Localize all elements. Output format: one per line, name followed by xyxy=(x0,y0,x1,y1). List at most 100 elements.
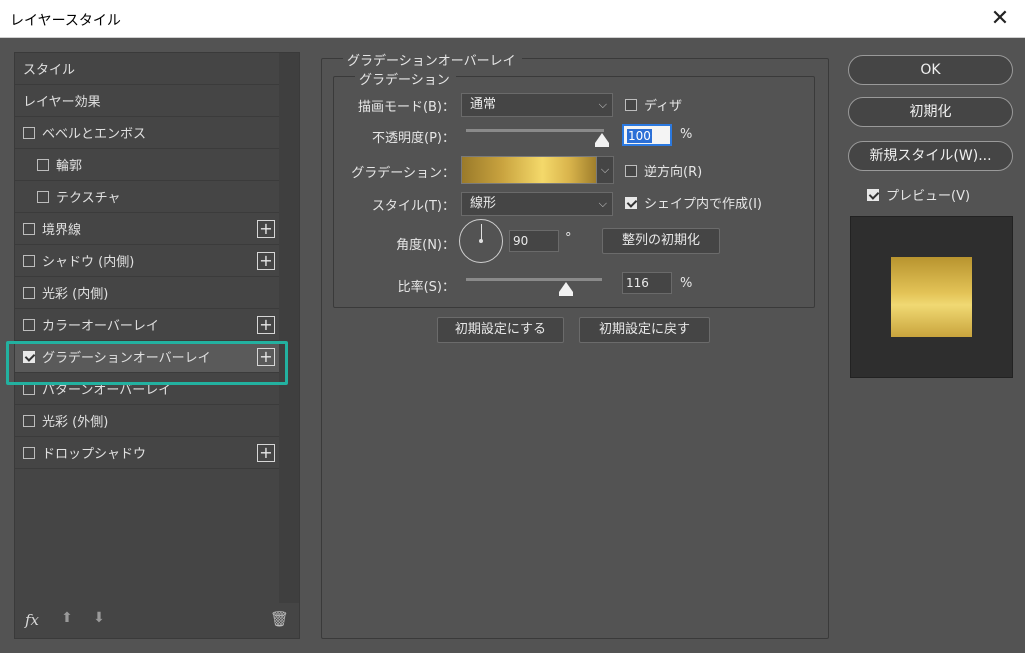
reset-button[interactable]: 初期化 xyxy=(848,97,1013,127)
inner-glow-checkbox[interactable] xyxy=(23,286,35,299)
angle-label: 角度(N)： xyxy=(396,238,455,253)
add-inner-shadow-icon[interactable]: + xyxy=(257,252,275,270)
gradient-picker[interactable] xyxy=(461,156,597,184)
pattern-overlay-checkbox[interactable] xyxy=(23,382,35,395)
make-default-button[interactable]: 初期設定にする xyxy=(437,317,564,343)
reset-to-default-button[interactable]: 初期設定に戻す xyxy=(579,317,710,343)
align-with-layer-label: シェイプ内で作成(I) xyxy=(644,197,762,212)
gradient-overlay-checkbox[interactable] xyxy=(23,350,35,363)
angle-unit: ° xyxy=(565,231,572,246)
style-select[interactable]: 線形 ⌵ xyxy=(461,192,613,216)
opacity-value: 100 xyxy=(627,129,652,143)
list-item-label: テクスチャ xyxy=(56,191,121,206)
dither-check[interactable] xyxy=(625,98,637,111)
list-item-outer-glow[interactable]: 光彩 (外側) xyxy=(15,405,279,437)
list-item-styles[interactable]: スタイル xyxy=(15,53,279,85)
move-up-icon[interactable]: ⬆ xyxy=(59,610,75,628)
fx-icon[interactable]: fx xyxy=(25,611,39,629)
blend-mode-label: 描画モード(B)： xyxy=(357,100,455,115)
list-item-label: シャドウ (内側) xyxy=(42,255,135,270)
list-item-label: 境界線 xyxy=(42,223,82,238)
outer-glow-checkbox[interactable] xyxy=(23,414,35,427)
dither-checkbox[interactable]: ディザ xyxy=(625,95,682,114)
opacity-input[interactable]: 100 xyxy=(622,124,672,146)
move-down-icon[interactable]: ⬇ xyxy=(91,610,107,628)
list-item-pattern-overlay[interactable]: パターンオーバーレイ xyxy=(15,373,279,405)
style-value: 線形 xyxy=(470,196,497,211)
section-title: グラデーションオーバーレイ xyxy=(343,50,522,69)
list-item-label: パターンオーバーレイ xyxy=(42,383,172,398)
list-item-label: 光彩 (外側) xyxy=(42,415,109,430)
stroke-checkbox[interactable] xyxy=(23,222,35,235)
angle-dial[interactable] xyxy=(459,219,503,263)
preview-swatch xyxy=(891,257,972,337)
list-item-label: レイヤー効果 xyxy=(23,95,101,110)
add-color-overlay-icon[interactable]: + xyxy=(257,316,275,334)
title-bar: レイヤースタイル ✕ xyxy=(0,0,1025,38)
list-footer: fx ⬆ ⬇ 🗑 xyxy=(15,602,299,638)
list-scrollbar[interactable] xyxy=(279,53,299,603)
inner-shadow-checkbox[interactable] xyxy=(23,254,35,267)
align-with-layer-check[interactable] xyxy=(625,196,637,209)
scale-slider-thumb[interactable] xyxy=(559,282,573,296)
add-gradient-overlay-icon[interactable]: + xyxy=(257,348,275,366)
list-item-color-overlay[interactable]: カラーオーバーレイ + xyxy=(15,309,279,341)
drop-shadow-checkbox[interactable] xyxy=(23,446,35,459)
reverse-label: 逆方向(R) xyxy=(644,165,703,180)
list-item-label: ドロップシャドウ xyxy=(42,447,147,462)
scale-label: 比率(S)： xyxy=(397,280,455,295)
list-item-contour[interactable]: 輪郭 xyxy=(15,149,279,181)
list-item-label: 光彩 (内側) xyxy=(42,287,109,302)
scale-input[interactable]: 116 xyxy=(622,272,672,294)
list-item-label: スタイル xyxy=(23,63,76,78)
list-item-bevel-emboss[interactable]: ベベルとエンボス xyxy=(15,117,279,149)
list-item-inner-glow[interactable]: 光彩 (内側) xyxy=(15,277,279,309)
dither-label: ディザ xyxy=(644,99,683,114)
new-style-button[interactable]: 新規スタイル(W)... xyxy=(848,141,1013,171)
angle-input[interactable]: 90 xyxy=(509,230,559,252)
bevel-emboss-checkbox[interactable] xyxy=(23,126,35,139)
style-label: スタイル(T)： xyxy=(371,199,455,214)
ok-button[interactable]: OK xyxy=(848,55,1013,85)
reset-alignment-button[interactable]: 整列の初期化 xyxy=(602,228,720,254)
list-item-label: カラーオーバーレイ xyxy=(42,319,159,334)
gradient-label: グラデーション： xyxy=(351,166,455,181)
preview-label: プレビュー(V) xyxy=(886,189,971,204)
add-drop-shadow-icon[interactable]: + xyxy=(257,444,275,462)
style-preview xyxy=(850,216,1013,378)
list-item-drop-shadow[interactable]: ドロップシャドウ + xyxy=(15,437,279,469)
list-item-gradient-overlay[interactable]: グラデーションオーバーレイ + xyxy=(15,341,279,373)
opacity-slider-track[interactable] xyxy=(466,129,604,132)
list-item-texture[interactable]: テクスチャ xyxy=(15,181,279,213)
trash-icon[interactable]: 🗑 xyxy=(270,610,289,628)
preview-checkbox[interactable]: プレビュー(V) xyxy=(867,185,970,204)
effects-list: スタイル レイヤー効果 ベベルとエンボス 輪郭 テクスチャ 境界線 + シャドウ … xyxy=(15,53,279,469)
opacity-label: 不透明度(P)： xyxy=(372,131,455,146)
subsection-title: グラデーション xyxy=(355,69,456,88)
list-item-label: ベベルとエンボス xyxy=(42,127,147,142)
opacity-slider-thumb[interactable] xyxy=(595,133,609,147)
reverse-checkbox[interactable]: 逆方向(R) xyxy=(625,161,702,180)
scale-unit: % xyxy=(680,276,693,291)
reverse-check[interactable] xyxy=(625,164,637,177)
preview-check[interactable] xyxy=(867,188,879,201)
window-title: レイヤースタイル xyxy=(10,13,121,29)
color-overlay-checkbox[interactable] xyxy=(23,318,35,331)
blend-mode-select[interactable]: 通常 ⌵ xyxy=(461,93,613,117)
list-item-label: グラデーションオーバーレイ xyxy=(42,351,211,366)
chevron-down-icon: ⌵ xyxy=(598,197,607,210)
close-icon[interactable]: ✕ xyxy=(987,6,1013,32)
list-item-stroke[interactable]: 境界線 + xyxy=(15,213,279,245)
gradient-dropdown-icon[interactable]: ⌵ xyxy=(597,156,614,184)
texture-checkbox[interactable] xyxy=(37,190,49,203)
list-item-inner-shadow[interactable]: シャドウ (内側) + xyxy=(15,245,279,277)
chevron-down-icon: ⌵ xyxy=(598,98,607,111)
angle-center xyxy=(479,239,483,243)
add-stroke-icon[interactable]: + xyxy=(257,220,275,238)
blend-mode-value: 通常 xyxy=(470,97,497,112)
align-with-layer-checkbox[interactable]: シェイプ内で作成(I) xyxy=(625,193,762,212)
scale-slider-track[interactable] xyxy=(466,278,602,281)
opacity-unit: % xyxy=(680,127,693,142)
list-item-blending-options[interactable]: レイヤー効果 xyxy=(15,85,279,117)
contour-checkbox[interactable] xyxy=(37,158,49,171)
